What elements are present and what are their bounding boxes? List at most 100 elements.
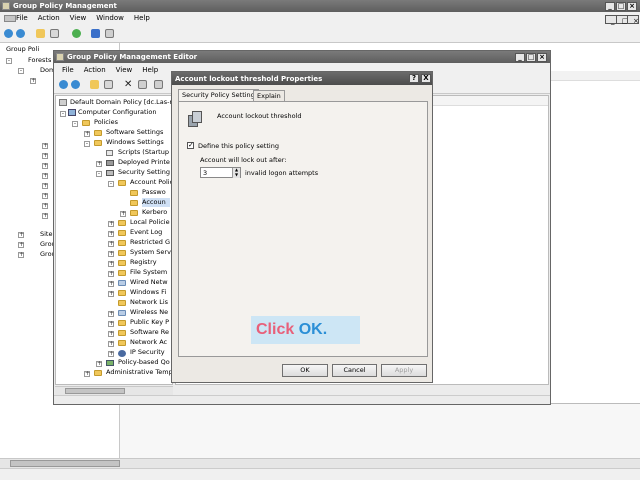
expander[interactable]: +	[108, 341, 114, 347]
tree-account-policies[interactable]: Account Polic	[130, 178, 172, 187]
editor-menu-view[interactable]: View	[111, 65, 138, 76]
expander[interactable]: +	[42, 203, 48, 209]
editor-title-bar[interactable]: Group Policy Management Editor _ □ ×	[54, 51, 550, 63]
main-horizontal-scrollbar[interactable]	[0, 458, 640, 468]
menu-help[interactable]: Help	[129, 13, 155, 24]
ok-button[interactable]: OK	[282, 364, 328, 377]
cancel-button[interactable]: Cancel	[332, 364, 377, 377]
tree-policy-based-qos[interactable]: Policy-based Qo	[118, 358, 170, 367]
editor-maximize-button[interactable]: □	[526, 53, 536, 62]
minimize-button[interactable]: _	[605, 2, 615, 11]
expander[interactable]: +	[108, 291, 114, 297]
expander[interactable]: -	[6, 58, 12, 64]
editor-scroll-thumb[interactable]	[65, 388, 125, 394]
expander[interactable]: +	[42, 143, 48, 149]
menu-action[interactable]: Action	[33, 13, 65, 24]
expander[interactable]: -	[84, 141, 90, 147]
tree-computer-configuration[interactable]: Computer Configuration	[78, 108, 156, 117]
expander[interactable]: +	[18, 252, 24, 258]
tree-restricted-groups[interactable]: Restricted G	[130, 238, 170, 247]
expander[interactable]: +	[108, 251, 114, 257]
menu-window[interactable]: Window	[91, 13, 129, 24]
expander[interactable]: +	[42, 153, 48, 159]
expander[interactable]: +	[42, 193, 48, 199]
main-title-bar[interactable]: Group Policy Management _ □ ×	[0, 0, 640, 12]
expander[interactable]: +	[108, 231, 114, 237]
tab-explain[interactable]: Explain	[253, 90, 285, 101]
show-tree-icon[interactable]	[104, 80, 113, 89]
expander[interactable]: +	[42, 213, 48, 219]
tree-file-system[interactable]: File System	[130, 268, 167, 277]
up-folder-icon[interactable]	[36, 29, 45, 38]
forward-arrow-icon[interactable]	[16, 29, 25, 38]
expander[interactable]: -	[60, 111, 66, 117]
editor-menu-help[interactable]: Help	[137, 65, 163, 76]
tree-kerberos-policy[interactable]: Kerbero	[142, 208, 167, 217]
expander[interactable]: -	[96, 171, 102, 177]
attempts-spinner[interactable]: 3 ▲ ▼	[200, 167, 241, 178]
expander[interactable]: +	[108, 221, 114, 227]
expander[interactable]: +	[18, 242, 24, 248]
delete-icon[interactable]: ✕	[124, 80, 133, 90]
tree-default-domain-policy[interactable]: Default Domain Policy [dc.Las-n	[70, 98, 172, 107]
tree-network-list[interactable]: Network Lis	[130, 298, 168, 307]
tree-local-policies[interactable]: Local Policie	[130, 218, 170, 227]
expander[interactable]: +	[108, 281, 114, 287]
dialog-close-button[interactable]: X	[421, 74, 431, 83]
tree-wireless-network[interactable]: Wireless Ne	[130, 308, 168, 317]
tree-wired-network[interactable]: Wired Netw	[130, 278, 168, 287]
tree-scripts[interactable]: Scripts (Startup	[118, 148, 169, 157]
dialog-title-bar[interactable]: Account lockout threshold Properties ? X	[172, 72, 432, 85]
expander[interactable]: +	[108, 311, 114, 317]
tree-windows-firewall[interactable]: Windows Fi	[130, 288, 166, 297]
tree-security-settings[interactable]: Security Setting	[118, 168, 170, 177]
tree-registry[interactable]: Registry	[130, 258, 157, 267]
menu-view[interactable]: View	[65, 13, 92, 24]
expander[interactable]: +	[84, 131, 90, 137]
refresh-icon[interactable]	[72, 29, 81, 38]
attempts-input[interactable]: 3	[203, 169, 207, 177]
tree-deployed-printers[interactable]: Deployed Printe	[118, 158, 170, 167]
expander[interactable]: -	[72, 121, 78, 127]
define-policy-label[interactable]: Define this policy setting	[198, 142, 279, 150]
tree-ip-security[interactable]: IP Security	[130, 348, 165, 357]
properties-icon[interactable]	[138, 80, 147, 89]
spinner-down-arrow[interactable]: ▼	[232, 173, 240, 178]
editor-minimize-button[interactable]: _	[515, 53, 525, 62]
help-icon[interactable]	[91, 29, 100, 38]
forward-arrow-icon[interactable]	[71, 80, 80, 89]
expander[interactable]: +	[108, 271, 114, 277]
define-policy-checkbox[interactable]: ✓	[187, 142, 194, 149]
expander[interactable]: -	[18, 68, 24, 74]
editor-close-button[interactable]: ×	[537, 53, 547, 62]
properties-icon[interactable]	[105, 29, 114, 38]
expander[interactable]: +	[30, 78, 36, 84]
tree-windows-settings[interactable]: Windows Settings	[106, 138, 164, 147]
tree-policies[interactable]: Policies	[94, 118, 118, 127]
tree-administrative-templates[interactable]: Administrative Temp	[106, 368, 172, 377]
expander[interactable]: +	[96, 161, 102, 167]
editor-menu-file[interactable]: File	[57, 65, 79, 76]
expander[interactable]: +	[120, 211, 126, 217]
tree-software-settings[interactable]: Software Settings	[106, 128, 163, 137]
dialog-help-button[interactable]: ?	[409, 74, 419, 83]
expander[interactable]: -	[108, 181, 114, 187]
tree-public-key-policies[interactable]: Public Key P	[130, 318, 169, 327]
tree-account-lockout-policy[interactable]: Accoun	[142, 198, 170, 207]
expander[interactable]: +	[84, 371, 90, 377]
tree-software-restriction[interactable]: Software Re	[130, 328, 169, 337]
expander[interactable]: +	[108, 261, 114, 267]
close-button[interactable]: ×	[627, 2, 637, 11]
expander[interactable]: +	[108, 321, 114, 327]
tree-forests[interactable]: Forests	[28, 56, 51, 65]
expander[interactable]: +	[108, 351, 114, 357]
tree-system-services[interactable]: System Serv	[130, 248, 171, 257]
expander[interactable]: +	[42, 173, 48, 179]
show-tree-icon[interactable]	[50, 29, 59, 38]
back-arrow-icon[interactable]	[59, 80, 68, 89]
back-arrow-icon[interactable]	[4, 29, 13, 38]
editor-menu-action[interactable]: Action	[79, 65, 111, 76]
menu-file[interactable]: File	[11, 13, 33, 24]
scroll-thumb[interactable]	[10, 460, 120, 467]
expander[interactable]: +	[42, 163, 48, 169]
